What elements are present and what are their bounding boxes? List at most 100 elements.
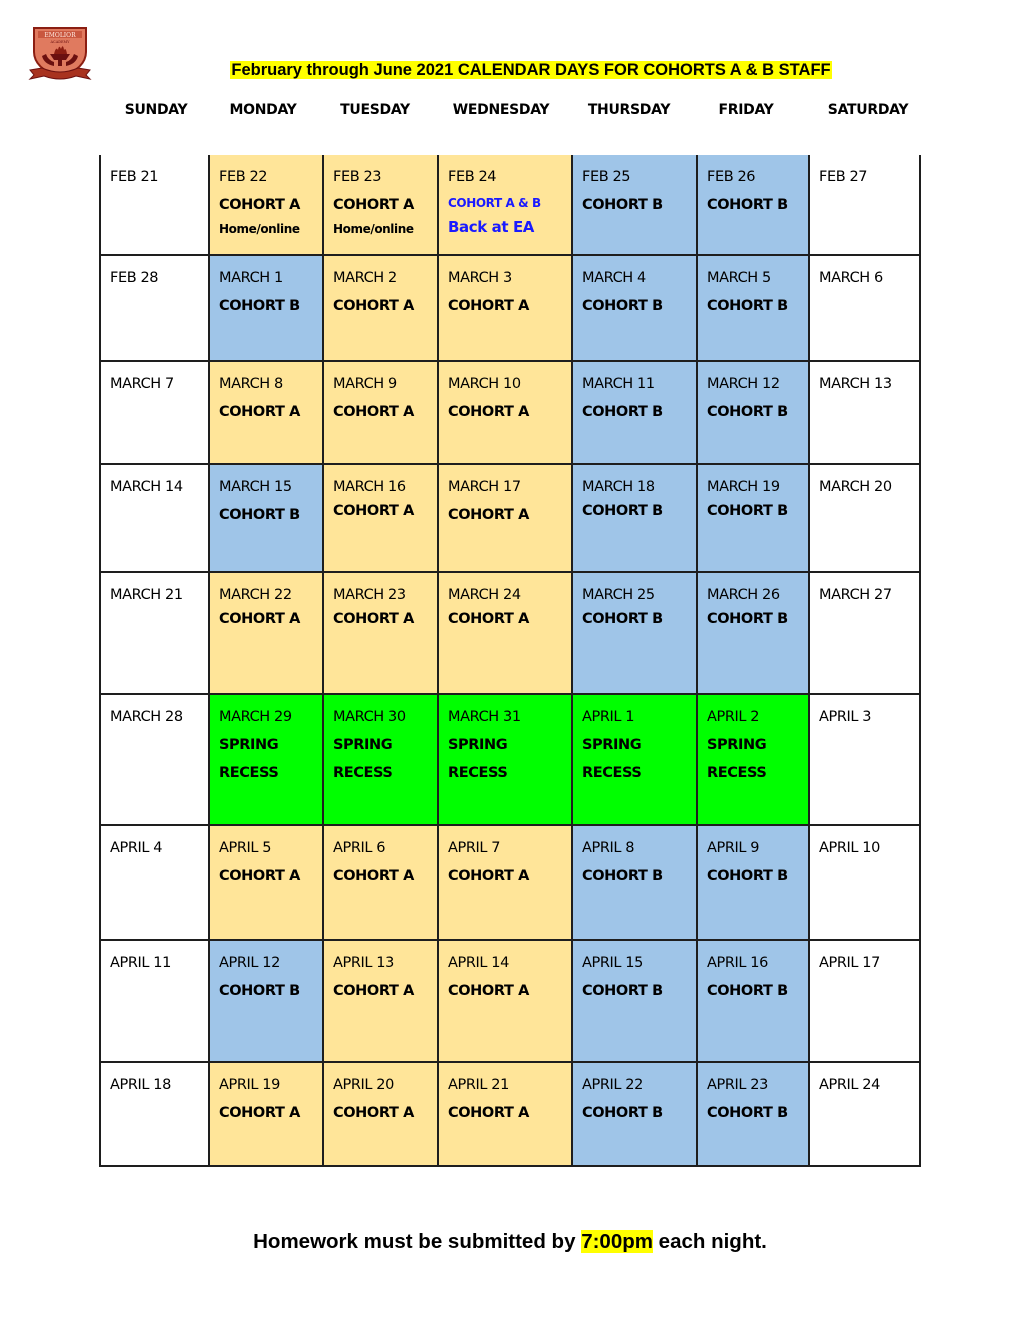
calendar-day-cell: FEB 24 COHORT A & B Back at EA — [437, 155, 571, 256]
day-recess-label: RECESS — [333, 765, 393, 781]
calendar-day-cell: APRIL 2 SPRING RECESS — [696, 695, 808, 826]
day-date: MARCH 9 — [333, 376, 397, 392]
day-cohort-label: COHORT B — [582, 611, 663, 627]
weekday-header-monday: MONDAY — [229, 102, 297, 118]
day-date: FEB 26 — [707, 169, 756, 185]
weekday-header-tuesday: TUESDAY — [340, 102, 410, 118]
day-cohort-label: COHORT B — [582, 983, 663, 999]
calendar-day-cell: APRIL 8 COHORT B — [571, 826, 696, 941]
day-date: MARCH 7 — [110, 376, 174, 392]
calendar-day-cell: MARCH 8 COHORT A — [208, 362, 322, 465]
calendar-day-cell: MARCH 7 — [99, 362, 208, 465]
calendar-day-cell: MARCH 26 COHORT B — [696, 573, 808, 695]
day-cohort-label: COHORT A — [448, 611, 529, 627]
calendar-day-cell: MARCH 17 COHORT A — [437, 465, 571, 573]
day-cohort-label: COHORT A — [333, 503, 414, 519]
day-date: MARCH 2 — [333, 270, 397, 286]
calendar-day-cell: APRIL 11 — [99, 941, 208, 1063]
day-cohort-label: COHORT B — [219, 298, 300, 314]
calendar-day-cell: MARCH 10 COHORT A — [437, 362, 571, 465]
calendar-day-cell: APRIL 12 COHORT B — [208, 941, 322, 1063]
calendar-day-cell: APRIL 5 COHORT A — [208, 826, 322, 941]
day-cohort-label: COHORT A — [448, 868, 529, 884]
day-cohort-label: COHORT A — [219, 868, 300, 884]
day-date: APRIL 23 — [707, 1077, 768, 1093]
day-date: MARCH 27 — [819, 587, 892, 603]
day-date: APRIL 1 — [582, 709, 635, 725]
calendar-day-cell: MARCH 9 COHORT A — [322, 362, 437, 465]
calendar-day-cell: APRIL 13 COHORT A — [322, 941, 437, 1063]
day-date: APRIL 12 — [219, 955, 280, 971]
calendar-day-cell: APRIL 1 SPRING RECESS — [571, 695, 696, 826]
day-cohort-label: COHORT A — [219, 611, 300, 627]
calendar-day-cell: MARCH 15 COHORT B — [208, 465, 322, 573]
calendar-day-cell: APRIL 20 COHORT A — [322, 1063, 437, 1167]
day-date: APRIL 6 — [333, 840, 386, 856]
day-cohort-label: COHORT A — [333, 404, 414, 420]
day-cohort-label: COHORT A — [219, 1105, 300, 1121]
calendar-day-cell: APRIL 9 COHORT B — [696, 826, 808, 941]
day-recess-label: RECESS — [707, 765, 767, 781]
calendar-day-cell: MARCH 23 COHORT A — [322, 573, 437, 695]
day-recess-label: RECESS — [448, 765, 508, 781]
day-date: MARCH 14 — [110, 479, 183, 495]
day-date: MARCH 29 — [219, 709, 292, 725]
day-date: APRIL 13 — [333, 955, 394, 971]
day-date: APRIL 3 — [819, 709, 872, 725]
calendar-day-cell: MARCH 1 COHORT B — [208, 256, 322, 362]
day-date: FEB 24 — [448, 169, 497, 185]
day-date: MARCH 16 — [333, 479, 406, 495]
day-date: MARCH 20 — [819, 479, 892, 495]
calendar-day-cell: MARCH 5 COHORT B — [696, 256, 808, 362]
weekday-header-sunday: SUNDAY — [124, 102, 188, 118]
day-cohort-label: COHORT B — [219, 983, 300, 999]
day-cohort-label: COHORT B — [707, 1105, 788, 1121]
calendar-day-cell: APRIL 21 COHORT A — [437, 1063, 571, 1167]
day-cohort-label: COHORT A — [219, 404, 300, 420]
day-date: MARCH 12 — [707, 376, 780, 392]
day-date: FEB 28 — [110, 270, 159, 286]
calendar-day-cell: MARCH 28 — [99, 695, 208, 826]
calendar-day-cell: APRIL 23 COHORT B — [696, 1063, 808, 1167]
calendar-day-cell: MARCH 27 — [808, 573, 921, 695]
calendar-day-cell: MARCH 6 — [808, 256, 921, 362]
calendar-day-cell: APRIL 6 COHORT A — [322, 826, 437, 941]
day-date: FEB 22 — [219, 169, 268, 185]
calendar-day-cell: FEB 23 COHORT A Home/online — [322, 155, 437, 256]
calendar-day-cell: FEB 21 — [99, 155, 208, 256]
day-date: APRIL 15 — [582, 955, 643, 971]
day-cohort-label: COHORT B — [582, 503, 663, 519]
day-cohort-label: COHORT B — [707, 404, 788, 420]
day-date: APRIL 9 — [707, 840, 760, 856]
homework-note: Homework must be submitted by 7:00pm eac… — [0, 1230, 1020, 1254]
day-date: MARCH 4 — [582, 270, 646, 286]
calendar-day-cell: MARCH 31 SPRING RECESS — [437, 695, 571, 826]
calendar-day-cell: MARCH 12 COHORT B — [696, 362, 808, 465]
calendar-day-cell: APRIL 3 — [808, 695, 921, 826]
day-cohort-label: COHORT A — [333, 983, 414, 999]
calendar-day-cell: APRIL 16 COHORT B — [696, 941, 808, 1063]
day-cohort-label: COHORT A — [448, 983, 529, 999]
calendar-day-cell: APRIL 24 — [808, 1063, 921, 1167]
day-date: APRIL 18 — [110, 1077, 171, 1093]
day-cohort-label: COHORT B — [582, 404, 663, 420]
weekday-header-thursday: THURSDAY — [587, 102, 671, 118]
calendar-day-cell: APRIL 22 COHORT B — [571, 1063, 696, 1167]
day-date: MARCH 22 — [219, 587, 292, 603]
calendar-day-cell: MARCH 30 SPRING RECESS — [322, 695, 437, 826]
calendar-day-cell: APRIL 19 COHORT A — [208, 1063, 322, 1167]
calendar-day-cell: MARCH 20 — [808, 465, 921, 573]
homework-note-after: each night. — [652, 1230, 767, 1253]
day-date: FEB 23 — [333, 169, 382, 185]
day-date: APRIL 14 — [448, 955, 509, 971]
calendar-day-cell: MARCH 18 COHORT B — [571, 465, 696, 573]
day-cohort-label: COHORT B — [582, 1105, 663, 1121]
day-location-note: Back at EA — [448, 218, 535, 236]
calendar-day-cell: MARCH 11 COHORT B — [571, 362, 696, 465]
day-date: MARCH 13 — [819, 376, 892, 392]
day-cohort-label: COHORT A — [333, 1105, 414, 1121]
day-date: APRIL 5 — [219, 840, 272, 856]
calendar-day-cell: APRIL 14 COHORT A — [437, 941, 571, 1063]
day-date: MARCH 30 — [333, 709, 406, 725]
day-cohort-label: COHORT B — [707, 611, 788, 627]
